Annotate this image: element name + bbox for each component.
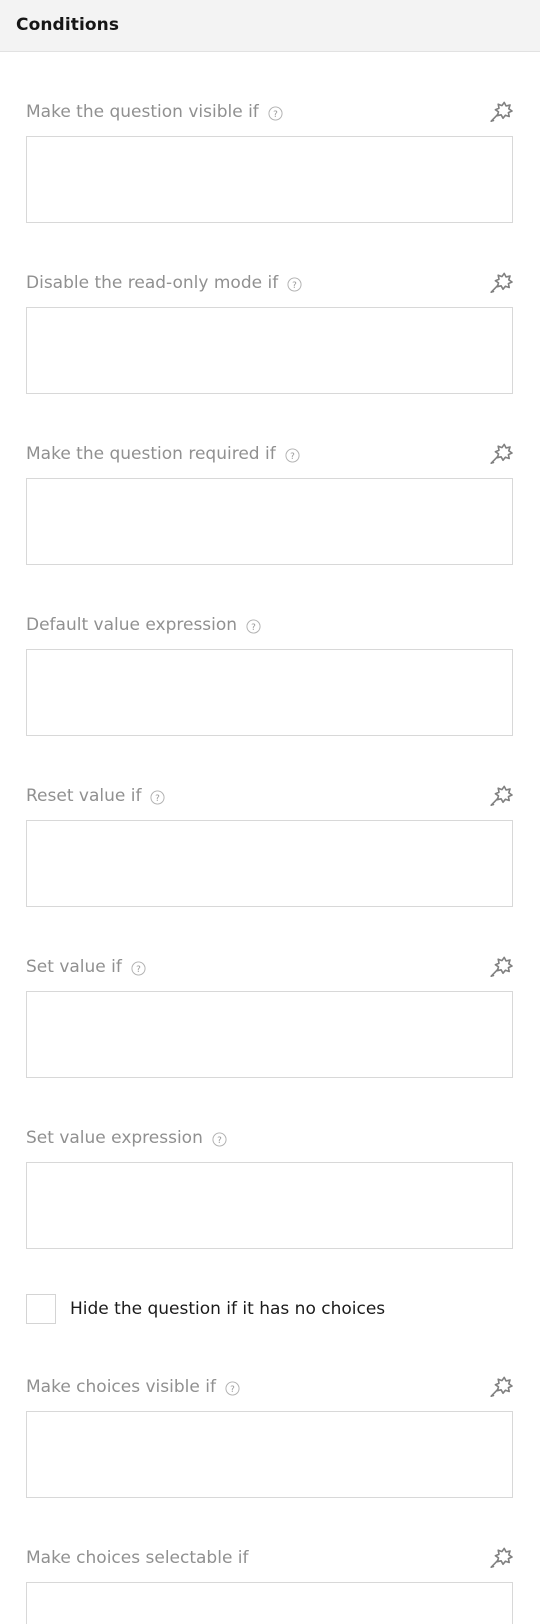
field-label: Reset value if — [26, 785, 142, 806]
field-label-line: Make the question visible if ? — [26, 88, 513, 136]
field-make-the-question-required-if: Make the question required if ? — [0, 430, 540, 565]
field-make-the-question-visible-if: Make the question visible if ? — [0, 88, 540, 223]
help-circle-icon[interactable]: ? — [287, 276, 302, 292]
field-make-choices-selectable-if: Make choices selectable if — [0, 1534, 540, 1624]
field-label: Default value expression — [26, 614, 238, 635]
condition-textarea[interactable] — [26, 1411, 513, 1498]
field-label: Set value if — [26, 956, 122, 977]
field-label-group: Make the question required if ? — [26, 443, 487, 464]
field-label-line: Make the question required if ? — [26, 430, 513, 478]
field-reset-value-if: Reset value if ? — [0, 772, 540, 907]
svg-text:?: ? — [136, 964, 141, 974]
field-label-group: Make the question visible if ? — [26, 101, 487, 122]
field-label-group: Disable the read-only mode if ? — [26, 272, 487, 293]
field-label-group: Make choices selectable if — [26, 1547, 487, 1568]
field-label: Disable the read-only mode if — [26, 272, 279, 293]
panel-header: Conditions — [0, 0, 540, 52]
field-label-line: Set value if ? — [26, 943, 513, 991]
svg-text:?: ? — [230, 1384, 235, 1394]
field-make-choices-visible-if: Make choices visible if ? — [0, 1363, 540, 1498]
svg-text:?: ? — [251, 622, 256, 632]
field-label-group: Set value expression ? — [26, 1127, 513, 1148]
magic-wand-icon[interactable] — [487, 270, 513, 296]
help-circle-icon[interactable]: ? — [225, 1380, 240, 1396]
condition-textarea[interactable] — [26, 478, 513, 565]
checkbox-row-hide-question-no-choices[interactable]: Hide the question if it has no choices — [0, 1285, 540, 1333]
field-label: Make the question visible if — [26, 101, 259, 122]
panel-title: Conditions — [16, 15, 120, 35]
magic-wand-icon[interactable] — [487, 441, 513, 467]
magic-wand-icon[interactable] — [487, 99, 513, 125]
svg-text:?: ? — [273, 109, 278, 119]
magic-wand-icon[interactable] — [487, 783, 513, 809]
field-default-value-expression: Default value expression ? — [0, 601, 540, 736]
hide-question-no-choices-checkbox[interactable] — [26, 1294, 56, 1324]
condition-textarea[interactable] — [26, 307, 513, 394]
help-circle-icon[interactable]: ? — [212, 1131, 227, 1147]
magic-wand-icon[interactable] — [487, 1374, 513, 1400]
help-circle-icon[interactable]: ? — [246, 618, 261, 634]
field-label-line: Make choices visible if ? — [26, 1363, 513, 1411]
condition-textarea[interactable] — [26, 1582, 513, 1624]
panel-body: Make the question visible if ? Disable t… — [0, 52, 540, 1624]
help-circle-icon[interactable]: ? — [131, 960, 146, 976]
field-label-group: Set value if ? — [26, 956, 487, 977]
condition-textarea[interactable] — [26, 649, 513, 736]
magic-wand-icon[interactable] — [487, 954, 513, 980]
field-label: Make choices visible if — [26, 1376, 216, 1397]
field-label-group: Reset value if ? — [26, 785, 487, 806]
magic-wand-icon[interactable] — [487, 1545, 513, 1571]
field-label: Make choices selectable if — [26, 1547, 249, 1568]
svg-text:?: ? — [290, 451, 295, 461]
field-label-line: Make choices selectable if — [26, 1534, 513, 1582]
svg-text:?: ? — [217, 1135, 222, 1145]
field-label-line: Disable the read-only mode if ? — [26, 259, 513, 307]
checkbox-label: Hide the question if it has no choices — [70, 1298, 386, 1319]
svg-text:?: ? — [156, 793, 161, 803]
condition-textarea[interactable] — [26, 991, 513, 1078]
field-label: Set value expression — [26, 1127, 203, 1148]
condition-textarea[interactable] — [26, 1162, 513, 1249]
svg-text:?: ? — [292, 280, 297, 290]
condition-textarea[interactable] — [26, 136, 513, 223]
field-label-line: Default value expression ? — [26, 601, 513, 649]
field-label-line: Set value expression ? — [26, 1114, 513, 1162]
field-disable-the-read-only-mode-if: Disable the read-only mode if ? — [0, 259, 540, 394]
condition-textarea[interactable] — [26, 820, 513, 907]
field-label-group: Default value expression ? — [26, 614, 513, 635]
field-set-value-expression: Set value expression ? — [0, 1114, 540, 1249]
field-label-line: Reset value if ? — [26, 772, 513, 820]
field-label-group: Make choices visible if ? — [26, 1376, 487, 1397]
help-circle-icon[interactable]: ? — [268, 105, 283, 121]
conditions-settings-panel: Conditions Make the question visible if … — [0, 0, 540, 1624]
field-label: Make the question required if — [26, 443, 276, 464]
help-circle-icon[interactable]: ? — [150, 789, 165, 805]
field-set-value-if: Set value if ? — [0, 943, 540, 1078]
help-circle-icon[interactable]: ? — [285, 447, 300, 463]
